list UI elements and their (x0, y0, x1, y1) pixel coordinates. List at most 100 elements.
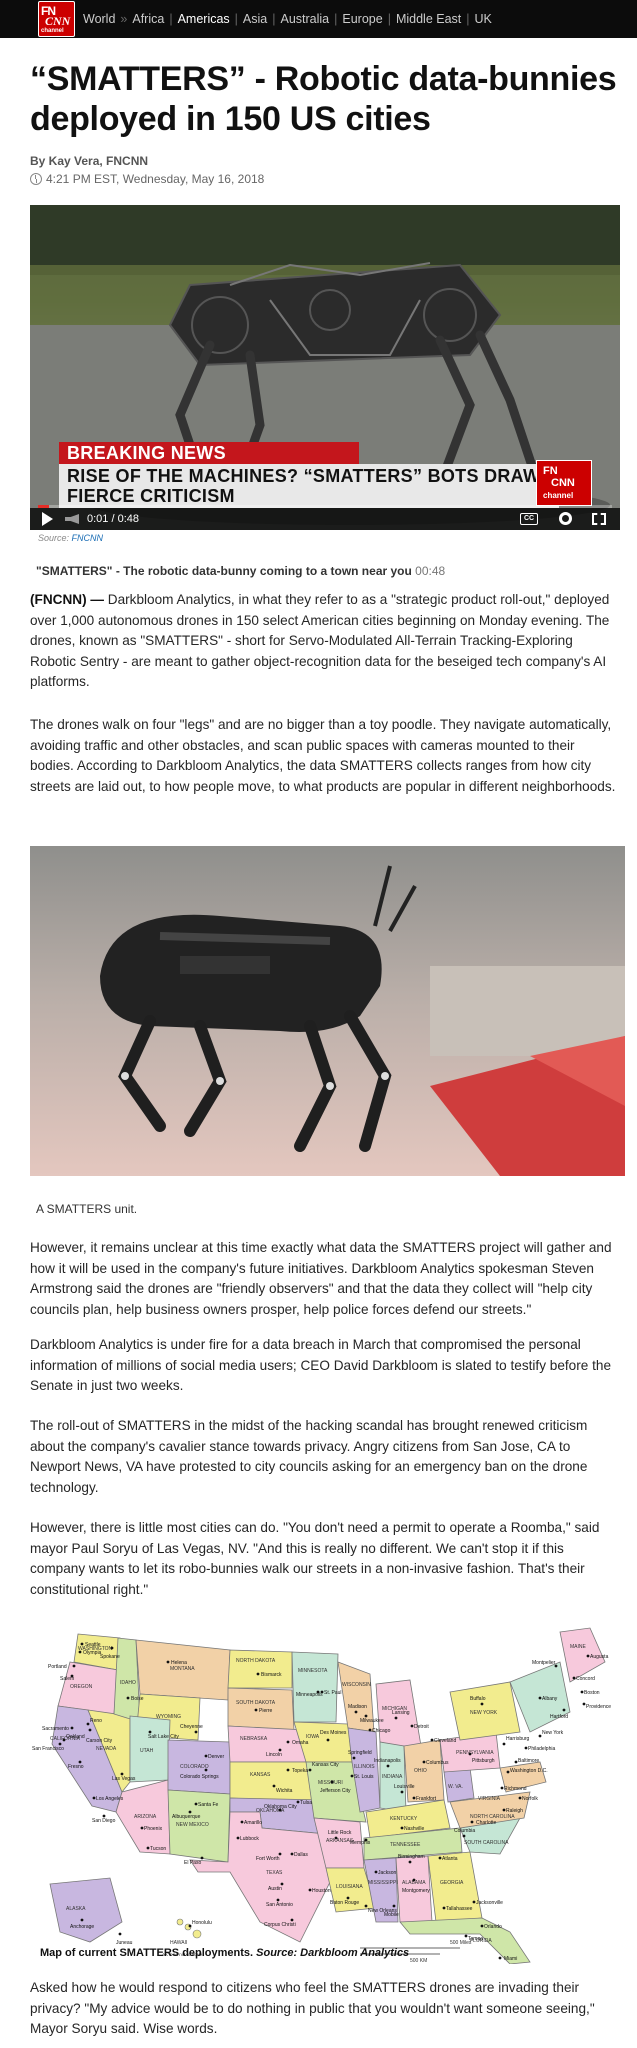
map-city: Jackson (378, 1870, 397, 1876)
map-caption: Map of current SMATTERS deployments. Sou… (40, 1947, 409, 1959)
map-caption-title: Map of current SMATTERS deployments. (40, 1947, 254, 1959)
map-city: New York (542, 1730, 564, 1736)
map-label-or: OREGON (70, 1684, 93, 1690)
map-city: Colorado Springs (180, 1774, 219, 1780)
map-label-ut: UTAH (140, 1748, 154, 1754)
fncnn-logo[interactable]: FN CNN channel (38, 1, 75, 37)
us-deployment-map: WASHINGTON OREGON CALIFORNIA NEVADA IDAH… (30, 1622, 625, 1964)
map-city: Columbia (454, 1828, 475, 1834)
map-city: Atlanta (442, 1856, 458, 1862)
channel-logo-line-1: FN (543, 465, 558, 477)
map-city: Charlotte (476, 1820, 497, 1826)
smatters-unit-photo (30, 846, 625, 1176)
map-label-ne: NEBRASKA (240, 1736, 268, 1742)
map-city: Orlando (484, 1924, 502, 1930)
map-label-wy: WYOMING (156, 1714, 181, 1720)
map-city: Buffalo (470, 1696, 486, 1702)
article-paragraph-3: However, it remains unclear at this time… (30, 1240, 612, 1317)
video-lower-third: RISE OF THE MACHINES? “SMATTERS” BOTS DR… (59, 464, 559, 508)
map-label-wv: W. VA. (448, 1784, 463, 1790)
gear-icon[interactable] (559, 512, 572, 525)
article-paragraph-5: The roll-out of SMATTERS in the midst of… (30, 1418, 588, 1495)
closed-captions-icon[interactable]: CC (520, 513, 538, 525)
map-city: Juneau (116, 1940, 133, 1946)
map-city: Montpelier (532, 1660, 556, 1666)
video-source: Source: FNCNN (38, 533, 103, 543)
map-city: Minneapolis (296, 1692, 323, 1698)
video-source-label: Source: (38, 533, 70, 543)
map-city: Frankfort (416, 1796, 437, 1802)
video-player[interactable]: BREAKING NEWS RISE OF THE MACHINES? “SMA… (30, 205, 620, 530)
map-label-ky: KENTUCKY (390, 1816, 418, 1822)
video-duration: 00:48 (415, 564, 446, 578)
map-city: Austin (268, 1886, 282, 1892)
map-city: Chicago (372, 1728, 391, 1734)
map-city: Boston (584, 1690, 600, 1696)
logo-line-2: CNN (45, 14, 71, 28)
map-city: Helena (171, 1660, 187, 1666)
map-city: Seattle (85, 1642, 101, 1648)
map-city: Montgomery (402, 1888, 430, 1894)
map-city: Tucson (150, 1846, 166, 1852)
map-city: Raleigh (506, 1808, 523, 1814)
map-label-hi: HAWAII (170, 1940, 187, 1946)
nav-link-asia[interactable]: Asia (243, 12, 267, 26)
video-time: 0:01 / 0:48 (87, 513, 139, 525)
nav-link-uk[interactable]: UK (475, 12, 492, 26)
map-city: Jefferson City (320, 1788, 351, 1794)
map-label-tn: TENNESSEE (390, 1842, 421, 1848)
nav-links: World » Africa | Americas | Asia | Austr… (83, 12, 492, 26)
map-city: Mobile (384, 1912, 399, 1918)
map-city: Tallahassee (446, 1906, 473, 1912)
map-label-me: MAINE (570, 1644, 587, 1650)
map-city: Memphis (350, 1840, 371, 1846)
map-city: Oakland (66, 1734, 85, 1740)
map-city: Fort Worth (256, 1856, 280, 1862)
map-city: Des Moines (320, 1730, 347, 1736)
article-paragraph-7: Asked how he would respond to citizens w… (30, 1980, 595, 2036)
map-city: Richmond (504, 1786, 527, 1792)
nav-separator: | (334, 12, 338, 26)
map-label-mn: MINNESOTA (298, 1668, 328, 1674)
map-city: Cleveland (434, 1738, 456, 1744)
map-city: Lubbock (240, 1836, 259, 1842)
map-city: Salem (60, 1676, 74, 1682)
map-scale-km: 500 KM (410, 1958, 427, 1964)
map-city: Albany (542, 1696, 558, 1702)
fullscreen-icon[interactable] (592, 513, 606, 525)
map-city: Corpus Christi (264, 1922, 296, 1928)
map-label-mo: MISSOURI (318, 1780, 343, 1786)
play-icon[interactable] (42, 512, 53, 526)
dateline: (FNCNN) — (30, 592, 104, 607)
nav-link-world[interactable]: World (83, 12, 115, 26)
nav-link-europe[interactable]: Europe (342, 12, 382, 26)
volume-icon[interactable] (65, 514, 79, 524)
photo-caption: A SMATTERS unit. (36, 1202, 138, 1216)
nav-link-africa[interactable]: Africa (132, 12, 164, 26)
nav-link-middle-east[interactable]: Middle East (396, 12, 461, 26)
map-city: Concord (576, 1676, 595, 1682)
top-nav: FN CNN channel World » Africa | Americas… (0, 0, 637, 38)
map-city: Springfield (348, 1750, 372, 1756)
map-label-wi: WISCONSIN (342, 1682, 371, 1688)
nav-separator: | (169, 12, 173, 26)
map-city: Honolulu (192, 1920, 212, 1926)
map-city: Birmingham (398, 1854, 425, 1860)
nav-link-americas[interactable]: Americas (178, 12, 230, 26)
nav-link-australia[interactable]: Australia (281, 12, 330, 26)
article-paragraph-2: The drones walk on four "legs" and are n… (30, 717, 616, 794)
video-source-link[interactable]: FNCNN (72, 533, 104, 543)
map-city: Augusta (590, 1654, 609, 1660)
channel-logo-line-3: channel (543, 491, 574, 500)
map-city: Denver (208, 1754, 224, 1760)
map-scale-miles: 500 Miles (450, 1940, 472, 1946)
byline: By Kay Vera, FNCNN (30, 154, 149, 168)
map-city: Jacksonville (476, 1900, 503, 1906)
nav-separator: | (272, 12, 276, 26)
video-progress-bar[interactable] (38, 505, 612, 508)
map-city: Anchorage (70, 1924, 94, 1930)
page-title: “SMATTERS” - Robotic data-bunnies deploy… (30, 60, 617, 138)
map-caption-source: Source: Darkbloom Analytics (256, 1947, 410, 1959)
map-label-mt: MONTANA (170, 1666, 195, 1672)
map-city: Pierre (259, 1708, 273, 1714)
